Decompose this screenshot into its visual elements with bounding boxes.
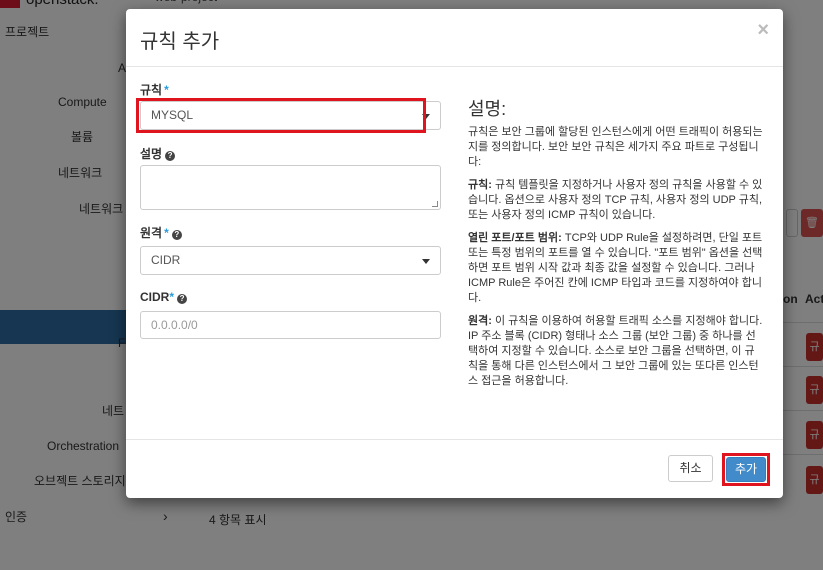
resize-handle-icon[interactable]: [432, 201, 438, 207]
help-paragraph: 열린 포트/포트 범위: TCP와 UDP Rule을 설정하려면, 단일 포트…: [468, 232, 763, 304]
add-rule-modal: 규칙 추가 × 규칙 * MYSQL 설명? 원격 *? CIDR CIDR*? 0…: [126, 9, 783, 498]
rule-select[interactable]: MYSQL: [140, 101, 441, 130]
add-button[interactable]: 추가: [726, 457, 766, 482]
cidr-label: CIDR*?: [140, 290, 188, 304]
close-icon[interactable]: ×: [757, 19, 769, 42]
caret-down-icon: [422, 259, 430, 264]
help-title: 설명:: [468, 99, 507, 119]
required-icon: *: [164, 226, 169, 240]
help-paragraph: 규칙은 보안 그룹에 할당된 인스턴스에게 어떤 트래픽이 허용되는지를 정의합…: [468, 126, 763, 168]
rule-select-value: MYSQL: [151, 108, 194, 122]
caret-down-icon: [422, 114, 430, 119]
remote-label: 원격 *?: [140, 224, 182, 241]
description-textarea[interactable]: [140, 165, 441, 210]
question-circle-icon[interactable]: ?: [177, 294, 188, 304]
modal-title: 규칙 추가: [140, 31, 220, 53]
help-paragraph: 규칙: 규칙 템플릿을 지정하거나 사용자 정의 규칙을 사용할 수 있습니다.…: [468, 179, 763, 221]
required-icon: *: [164, 83, 169, 97]
rule-label: 규칙 *: [140, 83, 169, 97]
required-icon: *: [169, 290, 175, 304]
description-label: 설명?: [140, 145, 176, 162]
remote-select-value: CIDR: [151, 253, 181, 267]
question-circle-icon[interactable]: ?: [171, 230, 182, 240]
cancel-button[interactable]: 취소: [668, 455, 713, 482]
cidr-input[interactable]: 0.0.0.0/0: [140, 311, 441, 339]
question-circle-icon[interactable]: ?: [165, 151, 176, 161]
help-paragraph: 원격: 이 규칙을 이용하여 허용할 트래픽 소스를 지정해야 합니다. IP …: [468, 315, 763, 387]
remote-select[interactable]: CIDR: [140, 246, 441, 275]
modal-header: 규칙 추가 ×: [126, 9, 783, 67]
help-body: 규칙은 보안 그룹에 할당된 인스턴스에게 어떤 트래픽이 허용되는지를 정의합…: [468, 125, 764, 397]
